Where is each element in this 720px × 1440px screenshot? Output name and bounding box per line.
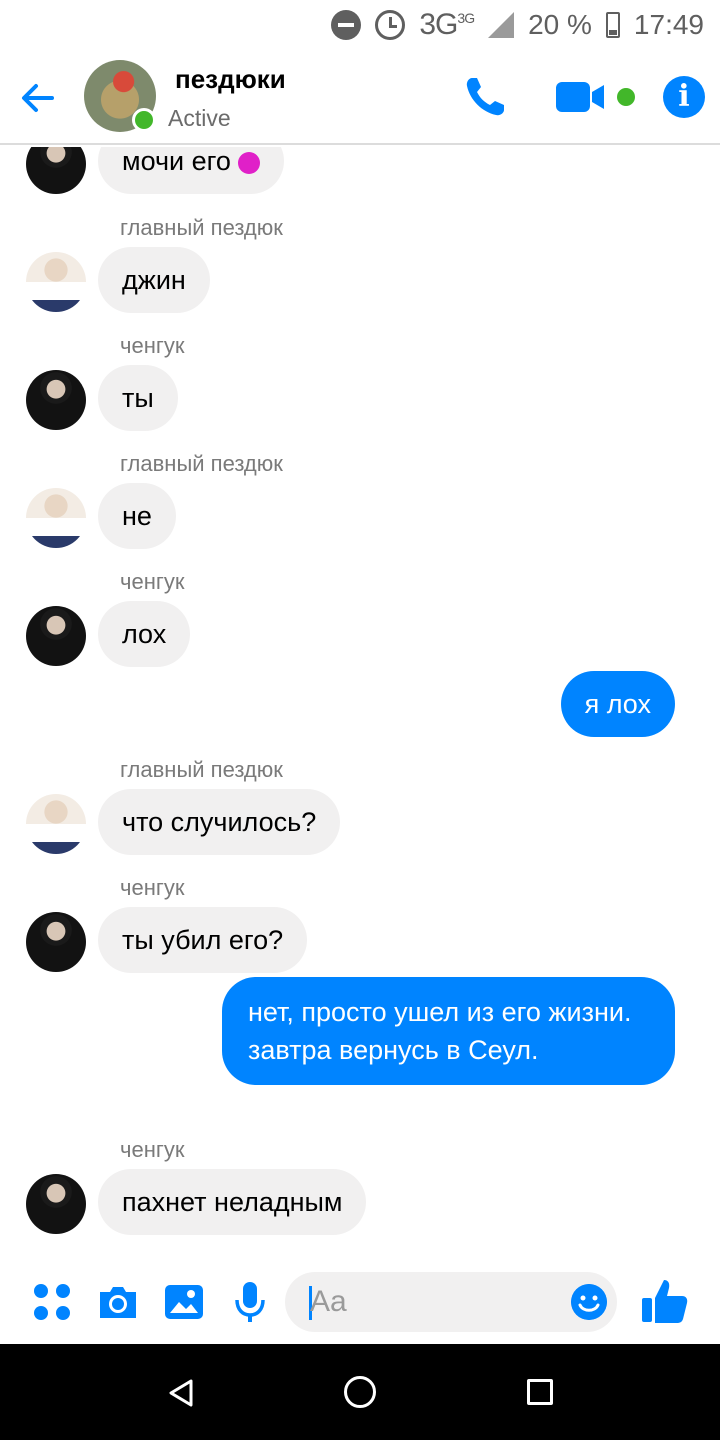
chat-title[interactable]: пездюки bbox=[175, 64, 286, 95]
sender-avatar[interactable] bbox=[26, 1174, 86, 1234]
camera-icon[interactable] bbox=[96, 1280, 140, 1324]
message-bubble[interactable]: джин bbox=[98, 247, 210, 313]
sender-avatar[interactable] bbox=[26, 912, 86, 972]
composer-bar: Aa bbox=[0, 1262, 720, 1344]
sender-avatar[interactable] bbox=[26, 252, 86, 312]
system-nav-bar bbox=[0, 1344, 720, 1440]
battery-percent: 20 % bbox=[528, 9, 592, 40]
message-list[interactable]: мочи его главный пездюк джин ченгук ты г… bbox=[0, 147, 720, 1260]
message-bubble[interactable]: пахнет неладным bbox=[98, 1169, 367, 1235]
sender-avatar[interactable] bbox=[26, 370, 86, 430]
emoji-icon[interactable] bbox=[571, 1284, 607, 1320]
do-not-disturb-icon bbox=[331, 10, 362, 40]
sender-name: ченгук bbox=[120, 333, 185, 358]
image-icon[interactable] bbox=[162, 1280, 206, 1324]
message-bubble[interactable]: не bbox=[98, 483, 176, 549]
message-bubble[interactable]: ты bbox=[98, 365, 178, 431]
message-input[interactable]: Aa bbox=[285, 1272, 617, 1332]
phone-icon[interactable] bbox=[462, 74, 508, 120]
video-active-dot bbox=[617, 88, 635, 106]
chat-header: пездюки Active i bbox=[0, 50, 720, 145]
thumbs-up-icon[interactable] bbox=[640, 1276, 690, 1326]
sender-name: главный пездюк bbox=[120, 215, 283, 240]
sender-name: ченгук bbox=[120, 569, 185, 594]
message-bubble[interactable]: лох bbox=[98, 601, 191, 667]
alarm-icon bbox=[375, 10, 406, 40]
info-icon[interactable]: i bbox=[663, 76, 705, 118]
more-dots-icon[interactable] bbox=[30, 1280, 74, 1324]
network-type: 3G3G bbox=[419, 8, 475, 41]
signal-icon bbox=[488, 12, 515, 38]
nav-back-icon[interactable] bbox=[168, 1378, 194, 1408]
input-placeholder: Aa bbox=[310, 1285, 347, 1318]
message-bubble-mine[interactable]: нет, просто ушел из его жизни. завтра ве… bbox=[222, 977, 675, 1085]
sender-avatar[interactable] bbox=[26, 147, 86, 194]
sender-name: главный пездюк bbox=[120, 757, 283, 782]
sender-avatar[interactable] bbox=[26, 488, 86, 548]
microphone-icon[interactable] bbox=[228, 1280, 272, 1324]
clock: 17:49 bbox=[633, 9, 704, 40]
sender-name: главный пездюк bbox=[120, 451, 283, 476]
nav-recents-icon[interactable] bbox=[527, 1379, 553, 1405]
video-camera-icon[interactable] bbox=[556, 80, 606, 114]
active-status: Active bbox=[168, 105, 231, 131]
sender-name: ченгук bbox=[120, 1137, 185, 1162]
sender-avatar[interactable] bbox=[26, 794, 86, 854]
message-bubble[interactable]: мочи его bbox=[98, 147, 285, 194]
sender-name: ченгук bbox=[120, 875, 185, 900]
back-arrow-icon[interactable] bbox=[18, 78, 58, 118]
heart-emoji-icon bbox=[238, 151, 261, 174]
online-indicator bbox=[132, 108, 156, 132]
sender-avatar[interactable] bbox=[26, 606, 86, 666]
status-bar: 3G3G 20 % 17:49 bbox=[0, 0, 720, 50]
battery-icon bbox=[605, 12, 620, 38]
message-bubble[interactable]: ты убил его? bbox=[98, 907, 308, 973]
message-bubble-mine[interactable]: я лох bbox=[560, 671, 675, 737]
message-bubble[interactable]: что случилось? bbox=[98, 789, 341, 855]
nav-home-icon[interactable] bbox=[344, 1376, 376, 1408]
